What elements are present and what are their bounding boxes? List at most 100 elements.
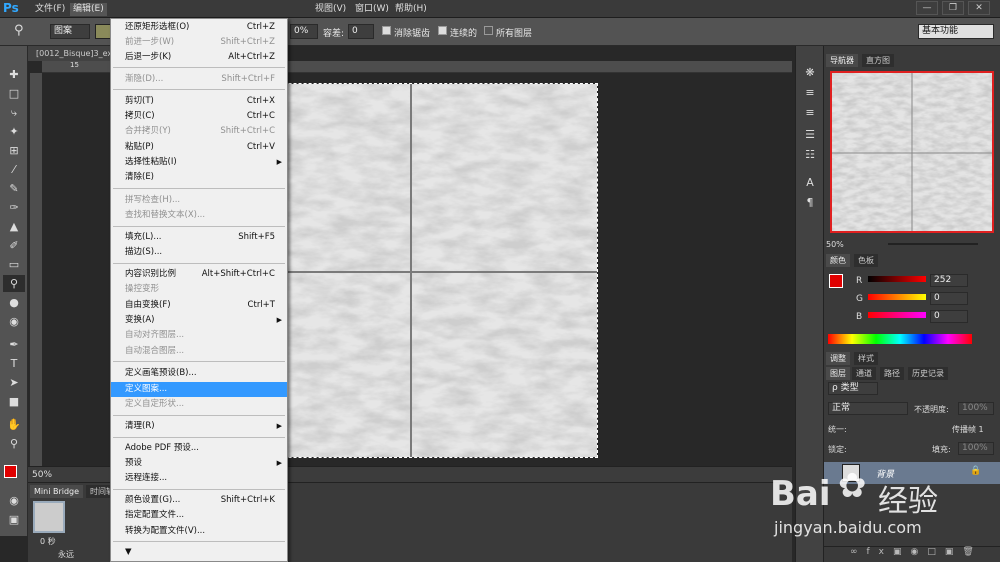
- menu-item-presets[interactable]: 预设 ▶: [111, 456, 287, 471]
- stamp-tool-icon[interactable]: ▲: [3, 218, 25, 235]
- shape-tool-icon[interactable]: ■: [3, 393, 25, 410]
- hand-tool-icon[interactable]: ✋: [3, 416, 25, 433]
- menu-item-undo[interactable]: 还原矩形选框(O) Ctrl+Z: [111, 20, 287, 35]
- menu-item-copy[interactable]: 拷贝(C) Ctrl+C: [111, 109, 287, 124]
- tab-navigator[interactable]: 导航器: [826, 54, 858, 67]
- menu-more-arrow[interactable]: ▼: [111, 545, 287, 560]
- tab-swatches[interactable]: 色板: [854, 254, 878, 267]
- b-value[interactable]: 0: [930, 310, 968, 323]
- marquee-tool-icon[interactable]: □: [3, 85, 25, 102]
- menu-file[interactable]: 文件(F): [32, 3, 68, 16]
- character-icon[interactable]: A: [799, 174, 821, 191]
- r-slider[interactable]: [868, 276, 926, 282]
- menu-item-auto-align[interactable]: 自动对齐图层...: [111, 328, 287, 343]
- b-slider[interactable]: [868, 312, 926, 318]
- menu-item-paste-special[interactable]: 选择性粘贴(I) ▶: [111, 155, 287, 170]
- menu-view[interactable]: 视图(V): [312, 3, 349, 16]
- close-button[interactable]: ✕: [968, 1, 990, 15]
- healing-brush-icon[interactable]: ✎: [3, 180, 25, 197]
- tab-paths[interactable]: 路径: [880, 367, 904, 380]
- brush-presets-icon[interactable]: ❋: [799, 64, 821, 81]
- tab-styles[interactable]: 样式: [854, 352, 878, 365]
- fill-value[interactable]: 100%: [958, 442, 994, 455]
- tab-color[interactable]: 颜色: [826, 254, 850, 267]
- lasso-tool-icon[interactable]: ⤷: [3, 104, 25, 121]
- menu-item-spell-check[interactable]: 拼写检查(H)...: [111, 193, 287, 208]
- menu-item-step-backward[interactable]: 后退一步(K) Alt+Ctrl+Z: [111, 50, 287, 65]
- menu-item-clear[interactable]: 清除(E): [111, 170, 287, 185]
- crop-tool-icon[interactable]: ⊞: [3, 142, 25, 159]
- menu-item-cut[interactable]: 剪切(T) Ctrl+X: [111, 94, 287, 109]
- tolerance-field[interactable]: 0: [348, 24, 374, 39]
- loop-select[interactable]: 永远: [58, 549, 74, 560]
- zoom-level[interactable]: 50%: [32, 470, 52, 480]
- menu-item-color-settings[interactable]: 颜色设置(G)... Shift+Ctrl+K: [111, 493, 287, 508]
- opacity-value[interactable]: 100%: [958, 402, 994, 415]
- propagate-frame-checkbox[interactable]: 传播帧 1: [952, 424, 984, 435]
- move-tool-icon[interactable]: ✚: [3, 66, 25, 83]
- workspace-select[interactable]: 基本功能: [918, 24, 994, 39]
- color-foreground[interactable]: [829, 274, 843, 288]
- blend-mode-select[interactable]: 正常: [828, 402, 908, 415]
- type-tool-icon[interactable]: T: [3, 355, 25, 372]
- menu-help[interactable]: 帮助(H): [392, 3, 430, 16]
- menu-item-auto-blend[interactable]: 自动混合图层...: [111, 344, 287, 359]
- menu-item-content-aware-scale[interactable]: 内容识别比例 Alt+Shift+Ctrl+C: [111, 267, 287, 282]
- menu-item-stroke[interactable]: 描边(S)...: [111, 245, 287, 260]
- blur-tool-icon[interactable]: ●: [3, 294, 25, 311]
- navigator-zoom[interactable]: 50%: [826, 240, 844, 249]
- tab-history[interactable]: 历史记录: [908, 367, 948, 380]
- list-icon[interactable]: ☰: [799, 126, 821, 143]
- menu-item-puppet-warp[interactable]: 操控变形: [111, 282, 287, 297]
- menu-item-purge[interactable]: 清理(R) ▶: [111, 419, 287, 434]
- menu-item-copy-merged[interactable]: 合并拷贝(Y) Shift+Ctrl+C: [111, 124, 287, 139]
- eyedropper-icon[interactable]: ⁄: [3, 161, 25, 178]
- contiguous-checkbox[interactable]: [438, 26, 447, 35]
- menu-item-step-forward[interactable]: 前进一步(W) Shift+Ctrl+Z: [111, 35, 287, 50]
- clone-source-icon[interactable]: ☷: [799, 146, 821, 163]
- tab-mini-bridge[interactable]: Mini Bridge: [30, 485, 84, 498]
- document-tab[interactable]: [0012_Bisque]3_ex: [28, 46, 118, 61]
- sliders-icon[interactable]: ≡: [799, 104, 821, 121]
- r-value[interactable]: 252: [930, 274, 968, 287]
- opacity-field[interactable]: 0%: [290, 24, 318, 39]
- frame-thumbnail[interactable]: [33, 501, 65, 533]
- frame-delay[interactable]: 0 秒: [40, 536, 56, 547]
- all-layers-checkbox[interactable]: [484, 26, 493, 35]
- foreground-color[interactable]: [4, 465, 17, 478]
- antialias-checkbox[interactable]: [382, 26, 391, 35]
- paint-bucket-tool-icon[interactable]: ⚲: [3, 275, 25, 292]
- dodge-tool-icon[interactable]: ◉: [3, 313, 25, 330]
- brush-tool-icon[interactable]: ✑: [3, 199, 25, 216]
- menu-item-fill[interactable]: 填充(L)... Shift+F5: [111, 230, 287, 245]
- paragraph-icon[interactable]: ¶: [799, 194, 821, 211]
- navigator-preview[interactable]: [830, 71, 994, 233]
- pattern-swatch[interactable]: [95, 24, 111, 39]
- menu-item-assign-profile[interactable]: 指定配置文件...: [111, 508, 287, 523]
- pen-tool-icon[interactable]: ✒: [3, 336, 25, 353]
- eraser-icon[interactable]: ▭: [3, 256, 25, 273]
- quick-mask-icon[interactable]: ◉: [3, 492, 25, 509]
- restore-button[interactable]: ❐: [942, 1, 964, 15]
- tab-channels[interactable]: 通道: [852, 367, 876, 380]
- adjust-icon[interactable]: ≡: [799, 84, 821, 101]
- layer-kind-filter[interactable]: ρ 类型: [828, 382, 878, 395]
- history-brush-icon[interactable]: ✐: [3, 237, 25, 254]
- menu-item-remote-connections[interactable]: 远程连接...: [111, 471, 287, 486]
- zoom-tool-icon[interactable]: ⚲: [3, 435, 25, 452]
- g-value[interactable]: 0: [930, 292, 968, 305]
- tab-adjustments[interactable]: 调整: [826, 352, 850, 365]
- magic-wand-icon[interactable]: ✦: [3, 123, 25, 140]
- tab-layers[interactable]: 图层: [826, 367, 850, 380]
- navigator-zoom-slider[interactable]: [888, 243, 978, 245]
- color-spectrum[interactable]: [828, 334, 972, 344]
- screen-mode-icon[interactable]: ▣: [3, 511, 25, 528]
- menu-item-transform[interactable]: 变换(A) ▶: [111, 313, 287, 328]
- menu-window[interactable]: 窗口(W): [352, 3, 392, 16]
- menu-item-define-shape[interactable]: 定义自定形状...: [111, 397, 287, 412]
- menu-item-paste[interactable]: 粘贴(P) Ctrl+V: [111, 140, 287, 155]
- path-select-icon[interactable]: ➤: [3, 374, 25, 391]
- menu-item-find-replace[interactable]: 查找和替换文本(X)...: [111, 208, 287, 223]
- g-slider[interactable]: [868, 294, 926, 300]
- minimize-button[interactable]: —: [916, 1, 938, 15]
